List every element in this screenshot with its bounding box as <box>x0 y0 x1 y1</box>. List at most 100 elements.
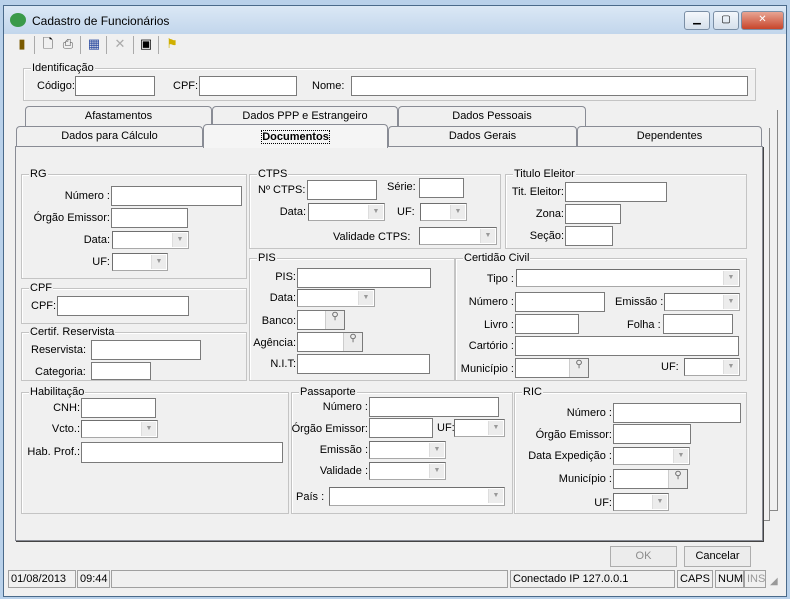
titulo-input[interactable] <box>565 182 667 202</box>
chevron-down-icon[interactable]: ▼ <box>358 291 373 305</box>
label: Município : <box>558 473 612 485</box>
status-message <box>111 570 508 588</box>
pais-combo[interactable]: ▼ <box>329 487 505 506</box>
delete-icon[interactable]: ✕ <box>110 33 130 55</box>
ctps-uf-combo[interactable]: ▼ <box>420 203 467 221</box>
ric-orgao-input[interactable] <box>613 424 691 444</box>
ctps-serie-input[interactable] <box>419 178 464 198</box>
categoria-input[interactable] <box>91 362 151 380</box>
codigo-input[interactable] <box>75 76 155 96</box>
ok-button[interactable]: OK <box>610 546 677 567</box>
save-icon[interactable]: ▣ <box>136 33 156 55</box>
tab-documentos[interactable]: Documentos <box>203 124 388 148</box>
chevron-down-icon[interactable]: ▼ <box>429 443 444 457</box>
chevron-down-icon[interactable]: ▼ <box>172 233 187 247</box>
flag-icon[interactable]: ⚑ <box>162 33 182 55</box>
group-title: CTPS <box>257 168 289 180</box>
vcto-combo[interactable]: ▼ <box>81 420 158 438</box>
rg-data-combo[interactable]: ▼ <box>112 231 189 249</box>
group-title: PIS <box>257 252 277 264</box>
binoculars-icon[interactable]: ⚲ <box>343 333 362 351</box>
maximize-button[interactable]: ▢ <box>713 11 739 30</box>
chevron-down-icon[interactable]: ▼ <box>488 489 503 503</box>
tab-dados-pessoais[interactable]: Dados Pessoais <box>398 106 586 127</box>
ric-data-combo[interactable]: ▼ <box>613 447 690 465</box>
label: Emissão : <box>319 444 368 456</box>
label: Órgão Emissor: <box>33 212 110 224</box>
nit-input[interactable] <box>297 354 430 374</box>
certidao-emissao-combo[interactable]: ▼ <box>664 293 740 311</box>
chevron-down-icon[interactable]: ▼ <box>723 295 738 309</box>
banco-input[interactable]: ⚲ <box>297 310 345 330</box>
ctps-validade-combo[interactable]: ▼ <box>419 227 497 245</box>
livro-input[interactable] <box>515 314 579 334</box>
chevron-down-icon[interactable]: ▼ <box>673 449 688 463</box>
chevron-down-icon[interactable]: ▼ <box>488 421 503 435</box>
chevron-down-icon[interactable]: ▼ <box>723 271 738 285</box>
secao-input[interactable] <box>565 226 613 246</box>
passaporte-emissao-combo[interactable]: ▼ <box>369 441 446 459</box>
panel-edge <box>762 128 770 521</box>
minimize-button[interactable]: ▁ <box>684 11 710 30</box>
chevron-down-icon[interactable]: ▼ <box>141 422 156 436</box>
cpf-doc-input[interactable] <box>57 296 189 316</box>
nome-input[interactable] <box>351 76 748 96</box>
window-title: Cadastro de Funcionários <box>32 14 170 28</box>
ctps-data-combo[interactable]: ▼ <box>308 203 385 221</box>
label: CPF: <box>173 80 199 92</box>
group-title: Habilitação <box>29 386 86 398</box>
exit-icon[interactable]: ▮ <box>12 33 32 55</box>
binoculars-icon[interactable]: ⚲ <box>325 311 344 329</box>
passaporte-numero-input[interactable] <box>369 397 499 417</box>
folha-input[interactable] <box>663 314 733 334</box>
tab-dados-gerais[interactable]: Dados Gerais <box>388 126 577 147</box>
chevron-down-icon[interactable]: ▼ <box>429 464 444 478</box>
chevron-down-icon[interactable]: ▼ <box>723 360 738 374</box>
passaporte-orgao-input[interactable] <box>369 418 433 438</box>
label: Agência: <box>253 337 296 349</box>
divider <box>106 36 107 54</box>
chevron-down-icon[interactable]: ▼ <box>652 495 667 509</box>
tab-afastamentos[interactable]: Afastamentos <box>25 106 212 127</box>
close-button[interactable]: ✕ <box>741 11 784 30</box>
resize-grip-icon[interactable]: ◢ <box>770 576 778 587</box>
new-document-icon[interactable]: 🗋 <box>38 33 58 55</box>
cartorio-input[interactable] <box>515 336 739 356</box>
ric-municipio-input[interactable]: ⚲ <box>613 469 688 489</box>
ric-numero-input[interactable] <box>613 403 741 423</box>
certidao-tipo-combo[interactable]: ▼ <box>516 269 740 287</box>
tab-dependentes[interactable]: Dependentes <box>577 126 762 147</box>
reservista-input[interactable] <box>91 340 201 360</box>
cpf-input[interactable] <box>199 76 297 96</box>
passaporte-uf-combo[interactable]: ▼ <box>454 419 505 437</box>
label: Banco: <box>261 315 296 327</box>
pis-input[interactable] <box>297 268 431 288</box>
printer-icon[interactable]: ⎙ <box>58 33 78 55</box>
pis-data-combo[interactable]: ▼ <box>297 289 375 307</box>
chevron-down-icon[interactable]: ▼ <box>151 255 166 269</box>
group-title: RG <box>29 168 48 180</box>
ric-uf-combo[interactable]: ▼ <box>613 493 669 511</box>
chevron-down-icon[interactable]: ▼ <box>450 205 465 219</box>
certidao-numero-input[interactable] <box>515 292 605 312</box>
cancel-button[interactable]: Cancelar <box>684 546 751 567</box>
agencia-input[interactable]: ⚲ <box>297 332 363 352</box>
divider <box>34 36 35 54</box>
zona-input[interactable] <box>565 204 621 224</box>
ctps-numero-input[interactable] <box>307 180 377 200</box>
grid-search-icon[interactable]: ▦ <box>84 33 104 55</box>
binoculars-icon[interactable]: ⚲ <box>668 470 687 488</box>
rg-orgao-input[interactable] <box>111 208 188 228</box>
hab-prof-input[interactable] <box>81 442 283 463</box>
cnh-input[interactable] <box>81 398 156 418</box>
chevron-down-icon[interactable]: ▼ <box>368 205 383 219</box>
certidao-municipio-input[interactable]: ⚲ <box>515 358 589 378</box>
binoculars-icon[interactable]: ⚲ <box>569 359 588 377</box>
label: Número : <box>322 401 368 413</box>
certidao-uf-combo[interactable]: ▼ <box>684 358 740 376</box>
passaporte-validade-combo[interactable]: ▼ <box>369 462 446 480</box>
rg-uf-combo[interactable]: ▼ <box>112 253 168 271</box>
chevron-down-icon[interactable]: ▼ <box>480 229 495 243</box>
rg-numero-input[interactable] <box>111 186 242 206</box>
tab-dados-calculo[interactable]: Dados para Cálculo <box>16 126 203 147</box>
